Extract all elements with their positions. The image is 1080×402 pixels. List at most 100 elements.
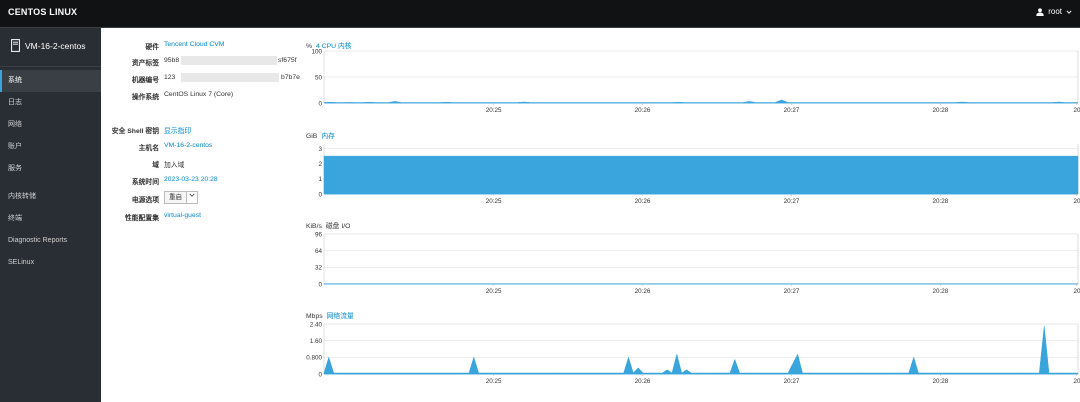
memory-series-area [323, 155, 1079, 195]
hardware-label: 硬件 [145, 44, 159, 51]
network-y-tick-label: 2.40 [310, 321, 323, 328]
host-switcher[interactable]: VM-16-2-centos [0, 28, 101, 67]
sidebar-item-diagnostic-reports[interactable]: Diagnostic Reports [0, 230, 101, 252]
sidebar: VM-16-2-centos 系统 日志 网络 账户 服务 内核转储 终端 Di… [0, 28, 101, 402]
asset-tag-prefix: 95b8 [164, 57, 180, 64]
disk-x-tick-label: 20:25 [486, 288, 502, 295]
top-navbar: CENTOS LINUX root [0, 0, 1080, 28]
domain-row: 域 加入域 [101, 159, 301, 173]
memory-y-tick-label: 0 [318, 191, 322, 198]
network-series-area [323, 326, 1079, 375]
power-dropdown-toggle[interactable] [187, 191, 198, 204]
power-options-control: 重启 [164, 191, 198, 204]
chevron-down-icon [1066, 9, 1072, 14]
machine-id-label: 机器编号 [131, 77, 159, 84]
memory-x-tick-label: 20:26 [635, 198, 651, 205]
performance-profile-row: 性能配置集 virtual-guest [101, 212, 301, 226]
user-menu[interactable]: root [1036, 7, 1072, 16]
cpu-x-tick-label: 20:28 [933, 107, 949, 114]
hostname-link[interactable]: VM-16-2-centos [164, 142, 212, 149]
network-x-tick-label: 20:25 [486, 378, 502, 385]
disk-chart: 96 64 32 0 20:25 20:26 20:27 20:28 20: [315, 231, 1080, 295]
disk-x-tick-label: 20: [1073, 288, 1080, 295]
sidebar-item-selinux[interactable]: SELinux [0, 252, 101, 274]
power-options-label: 电源选项 [131, 197, 159, 204]
domain-label: 域 [152, 162, 159, 169]
ssh-keys-label: 安全 Shell 密钥 [111, 128, 159, 135]
asset-tag-suffix: sf675f [278, 57, 297, 64]
sidebar-item-kdump[interactable]: 内核转储 [0, 186, 101, 208]
os-label: 操作系统 [131, 94, 159, 101]
cpu-x-tick-label: 20:25 [486, 107, 502, 114]
user-icon [1036, 7, 1044, 16]
system-time-row: 系统时间 2023-03-23 20:28 [101, 176, 301, 190]
disk-y-tick-label: 0 [318, 281, 322, 288]
network-x-tick-label: 20:28 [933, 378, 949, 385]
hostname-label: 主机名 [138, 145, 159, 152]
server-icon [11, 39, 20, 52]
memory-x-tick-label: 20:25 [486, 198, 502, 205]
system-time-link[interactable]: 2023-03-23 20:28 [164, 176, 218, 183]
join-domain-link[interactable]: 加入域 [164, 159, 184, 169]
disk-y-tick-label: 64 [315, 248, 323, 255]
cpu-chart: 100 50 0 20:25 20:26 20:27 20:28 20: [311, 48, 1080, 114]
asset-tag-label: 资产标签 [131, 60, 159, 67]
performance-profile-label: 性能配置集 [125, 215, 159, 222]
asset-tag-row: 资产标签 95b8 sf675f [101, 56, 301, 71]
power-options-row: 电源选项 重启 [101, 191, 301, 208]
disk-x-tick-label: 20:26 [635, 288, 651, 295]
cpu-y-tick-label: 0 [318, 100, 322, 107]
memory-y-tick-label: 3 [318, 146, 322, 153]
machine-id-suffix: b7b7e [281, 74, 300, 81]
sidebar-item-terminal[interactable]: 终端 [0, 208, 101, 230]
restart-button[interactable]: 重启 [164, 191, 187, 204]
sidebar-item-system[interactable]: 系统 [0, 70, 101, 92]
charts-canvas: 10050020:2520:2620:2720:2820:321020:2520… [306, 48, 1080, 385]
user-name: root [1048, 7, 1062, 16]
network-y-tick-label: 0 [318, 371, 322, 378]
disk-x-tick-label: 20:27 [784, 288, 800, 295]
brand-title: CENTOS LINUX [8, 7, 78, 17]
cpu-series-area [323, 99, 1079, 104]
chevron-down-icon [189, 193, 195, 197]
system-time-label: 系统时间 [131, 179, 159, 186]
show-fingerprints-link[interactable]: 显示指印 [164, 125, 191, 135]
machine-id-row: 机器编号 123 b7b7e [101, 73, 301, 88]
network-chart: 2.40 1.60 0.800 0 20:25 20:26 20:27 20:28 20: [306, 321, 1080, 385]
network-y-tick-label: 0.800 [306, 355, 322, 362]
performance-profile-link[interactable]: virtual-guest [164, 212, 201, 219]
disk-x-tick-label: 20:28 [933, 288, 949, 295]
cpu-x-tick-label: 20:26 [635, 107, 651, 114]
memory-x-tick-label: 20:27 [784, 198, 800, 205]
cpu-x-tick-label: 20: [1073, 107, 1080, 114]
network-y-tick-label: 1.60 [310, 338, 323, 345]
redaction-block [181, 73, 279, 82]
network-x-tick-label: 20: [1073, 378, 1080, 385]
sidebar-item-logs[interactable]: 日志 [0, 92, 101, 114]
hardware-row: 硬件 Tencent Cloud CVM [101, 41, 301, 55]
os-row: 操作系统 CentOS Linux 7 (Core) [101, 91, 301, 105]
sidebar-nav: 系统 日志 网络 账户 服务 内核转储 终端 Diagnostic Report… [0, 70, 101, 274]
cpu-y-tick-label: 100 [311, 48, 322, 55]
host-name: VM-16-2-centos [25, 41, 86, 51]
disk-y-tick-label: 96 [315, 231, 323, 238]
disk-y-tick-label: 32 [315, 265, 323, 272]
redaction-block [181, 56, 277, 65]
network-x-tick-label: 20:26 [635, 378, 651, 385]
network-x-tick-label: 20:27 [784, 378, 800, 385]
hardware-link[interactable]: Tencent Cloud CVM [164, 41, 224, 48]
memory-y-tick-label: 2 [318, 161, 322, 168]
memory-y-tick-label: 1 [318, 176, 322, 183]
memory-x-tick-label: 20:28 [933, 198, 949, 205]
memory-chart: 3 2 1 0 20:25 20:26 20:27 20:28 20: [318, 144, 1080, 205]
memory-x-tick-label: 20: [1073, 198, 1080, 205]
ssh-keys-row: 安全 Shell 密钥 显示指印 [101, 125, 301, 139]
sidebar-item-accounts[interactable]: 账户 [0, 136, 101, 158]
hostname-row: 主机名 VM-16-2-centos [101, 142, 301, 156]
machine-id-prefix: 123 [164, 74, 176, 81]
sidebar-item-networking[interactable]: 网络 [0, 114, 101, 136]
os-value: CentOS Linux 7 (Core) [164, 91, 234, 98]
sidebar-item-services[interactable]: 服务 [0, 158, 101, 180]
cpu-y-tick-label: 50 [315, 74, 323, 81]
cpu-x-tick-label: 20:27 [784, 107, 800, 114]
